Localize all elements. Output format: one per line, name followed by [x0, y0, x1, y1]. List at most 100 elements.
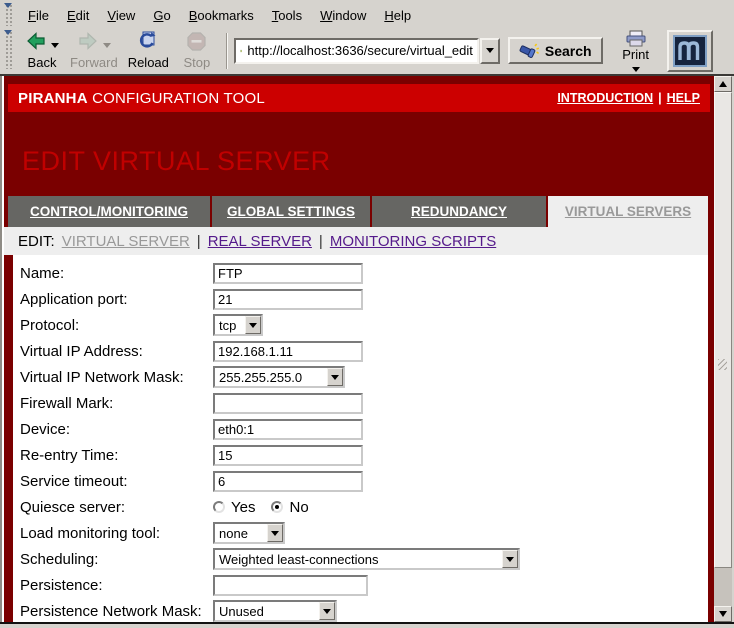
service-timeout-input[interactable] [213, 471, 363, 492]
menu-bookmarks[interactable]: Bookmarks [180, 5, 263, 26]
select-value: Weighted least-connections [219, 552, 378, 567]
select-value: tcp [219, 318, 236, 333]
url-history-dropdown-button[interactable] [480, 38, 500, 64]
toolbar-button-label: Reload [128, 55, 169, 70]
piranha-banner: PIRANHA CONFIGURATION TOOL INTRODUCTION|… [8, 84, 710, 112]
chevron-down-icon [323, 609, 331, 614]
tab-label: REDUNDANCY [411, 204, 507, 219]
application-port-input[interactable] [213, 289, 363, 310]
dropdown-arrow-button[interactable] [319, 602, 335, 620]
field-label-re-entry-time: Re-entry Time: [20, 447, 213, 464]
arrow-up-icon [719, 81, 727, 87]
scrollbar-down-button[interactable] [714, 606, 732, 622]
edit-subnav: EDIT:VIRTUAL SERVER|REAL SERVER|MONITORI… [4, 227, 708, 255]
forward-arrow-icon [77, 31, 99, 54]
field-label-firewall-mark: Firewall Mark: [20, 395, 213, 412]
field-label-persistence-network-mask: Persistence Network Mask: [20, 603, 213, 620]
subnav-virtual-server-link[interactable]: VIRTUAL SERVER [62, 233, 190, 250]
chevron-down-icon [249, 323, 257, 328]
vertical-scrollbar[interactable] [714, 76, 732, 622]
form-row-device: Device: [20, 416, 708, 442]
virtual-server-form: Name: Application port: Protocol: tcp Virtua… [13, 255, 708, 622]
protocol-select[interactable]: tcp [213, 314, 263, 336]
scheduling-select[interactable]: Weighted least-connections [213, 548, 520, 570]
url-bar[interactable]: http://localhost:3636/secure/virtual_edi… [234, 38, 479, 64]
menu-help[interactable]: Help [375, 5, 420, 26]
page-proxy-icon[interactable] [240, 44, 243, 58]
scrollbar-thumb[interactable] [714, 92, 732, 568]
menu-go[interactable]: Go [144, 5, 179, 26]
menu-tools[interactable]: Tools [263, 5, 311, 26]
reload-icon [137, 30, 159, 54]
banner-title: PIRANHA CONFIGURATION TOOL [18, 90, 265, 107]
forward-button: Forward [65, 29, 123, 73]
field-label-virtual-ip-network-mask: Virtual IP Network Mask: [20, 369, 213, 386]
subnav-monitoring-scripts-link[interactable]: MONITORING SCRIPTS [330, 233, 496, 250]
field-label-protocol: Protocol: [20, 317, 213, 334]
tab-global-settings[interactable]: GLOBAL SETTINGS [212, 196, 370, 227]
form-row-persistence: Persistence: [20, 572, 708, 598]
menu-window[interactable]: Window [311, 5, 375, 26]
introduction-link[interactable]: INTRODUCTION [557, 91, 653, 105]
print-dropdown-arrow-icon[interactable] [632, 67, 640, 72]
quiesce-server-radio-no[interactable] [271, 501, 283, 513]
print-button-label: Print [622, 47, 649, 62]
dropdown-arrow-button[interactable] [327, 368, 343, 386]
device-input[interactable] [213, 419, 363, 440]
chevron-down-icon[interactable] [103, 43, 111, 48]
tab-redundancy[interactable]: REDUNDANCY [372, 196, 546, 227]
name-input[interactable] [213, 263, 363, 284]
virtual-ip-network-mask-select[interactable]: 255.255.255.0 [213, 366, 345, 388]
dropdown-arrow-button[interactable] [245, 316, 261, 334]
menu-file[interactable]: File [19, 5, 58, 26]
tab-virtual-servers[interactable]: VIRTUAL SERVERS [548, 196, 708, 227]
form-row-name: Name: [20, 260, 708, 286]
form-row-virtual-ip-network-mask: Virtual IP Network Mask: 255.255.255.0 [20, 364, 708, 390]
tab-label: GLOBAL SETTINGS [227, 204, 355, 219]
subnav-real-server-link[interactable]: REAL SERVER [208, 233, 312, 250]
tab-control-monitoring[interactable]: CONTROL/MONITORING [8, 196, 210, 227]
select-value: 255.255.255.0 [219, 370, 302, 385]
scrollbar-track[interactable] [714, 568, 732, 606]
chevron-down-icon [486, 48, 494, 53]
menu-bar: FileEditViewGoBookmarksToolsWindowHelp [0, 3, 734, 28]
dropdown-arrow-button[interactable] [502, 550, 518, 568]
persistence-input[interactable] [213, 575, 368, 596]
load-monitoring-tool-select[interactable]: none [213, 522, 285, 544]
field-label-scheduling: Scheduling: [20, 551, 213, 568]
form-row-scheduling: Scheduling: Weighted least-connections [20, 546, 708, 572]
page-title: EDIT VIRTUAL SERVER [22, 146, 714, 174]
mozilla-logo-button[interactable] [667, 30, 713, 72]
url-text[interactable]: http://localhost:3636/secure/virtual_edi… [247, 43, 472, 58]
chevron-down-icon [506, 557, 514, 562]
reload-button[interactable]: Reload [123, 29, 174, 73]
select-value: none [219, 526, 248, 541]
field-label-device: Device: [20, 421, 213, 438]
menubar-grip-handle[interactable] [4, 5, 12, 26]
search-button[interactable]: Search [508, 37, 603, 64]
scrollbar-up-button[interactable] [714, 76, 732, 92]
re-entry-time-input[interactable] [213, 445, 363, 466]
chevron-down-icon[interactable] [51, 43, 59, 48]
form-row-service-timeout: Service timeout: [20, 468, 708, 494]
flashlight-icon [519, 43, 539, 59]
back-button[interactable]: Back [19, 29, 65, 73]
field-label-quiesce-server: Quiesce server: [20, 499, 213, 516]
chevron-down-icon [271, 531, 279, 536]
form-row-re-entry-time: Re-entry Time: [20, 442, 708, 468]
menu-view[interactable]: View [98, 5, 144, 26]
subnav-prefix: EDIT: [18, 233, 55, 250]
menu-edit[interactable]: Edit [58, 5, 98, 26]
toolbar-grip-handle[interactable] [4, 32, 12, 69]
persistence-network-mask-select[interactable]: Unused [213, 600, 337, 622]
help-link[interactable]: HELP [667, 91, 700, 105]
print-button[interactable]: Print [613, 29, 659, 73]
dropdown-arrow-button[interactable] [267, 524, 283, 542]
firewall-mark-input[interactable] [213, 393, 363, 414]
tab-label: CONTROL/MONITORING [30, 204, 188, 219]
subnav-separator: | [197, 233, 201, 250]
back-arrow-icon [25, 31, 47, 54]
field-label-application-port: Application port: [20, 291, 213, 308]
virtual-ip-address-input[interactable] [213, 341, 363, 362]
quiesce-server-radio-yes[interactable] [213, 501, 225, 513]
